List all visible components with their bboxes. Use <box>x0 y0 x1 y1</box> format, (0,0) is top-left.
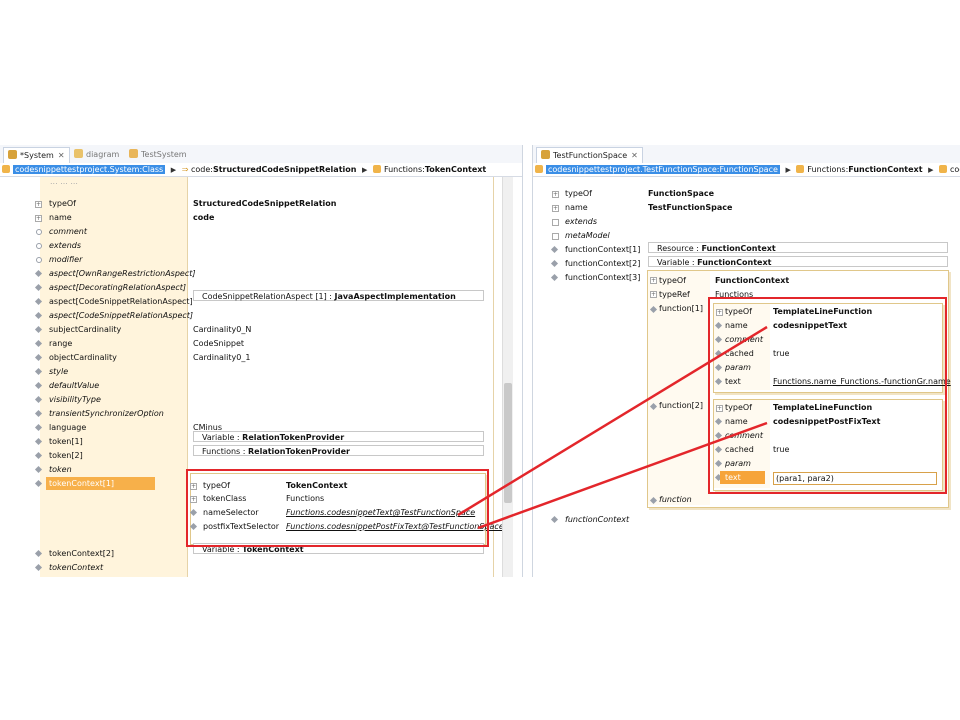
annotation-connector-lines <box>457 325 768 530</box>
connector-line-name-selector <box>457 325 768 517</box>
